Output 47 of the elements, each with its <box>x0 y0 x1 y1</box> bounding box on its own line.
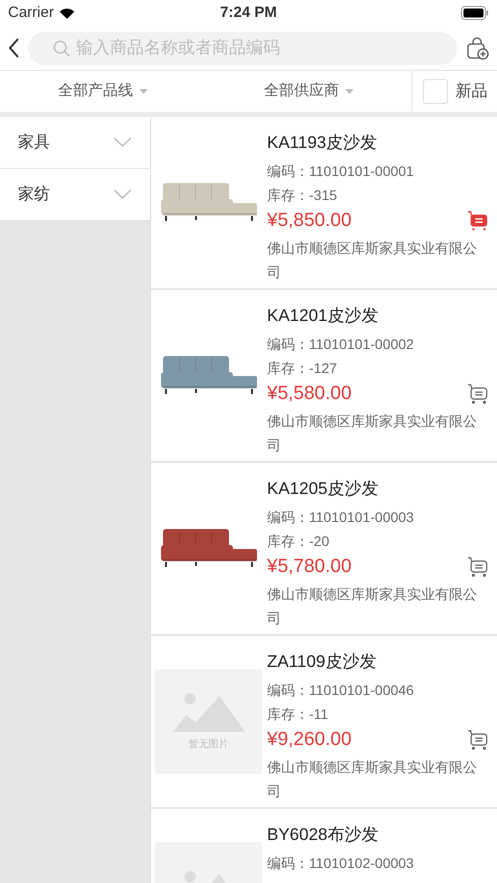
product-card[interactable]: KA1205皮沙发 编码：11010101-00003 库存：-20 ¥5,780.00 佛山市顺德区库斯家具实业有限公司 <box>151 463 497 636</box>
product-card[interactable]: BY6028布沙发 编码：11010102-00003 <box>151 809 497 883</box>
product-code: 编码：11010102-00003 <box>267 854 415 873</box>
checkbox[interactable] <box>422 79 448 104</box>
filter-dropdown[interactable]: 全部产品线 <box>0 71 206 112</box>
supplier-name: 佛山市顺德区库斯家具实业有限公司 <box>267 758 478 801</box>
filter-dropdown[interactable]: 全部供应商 <box>206 71 412 112</box>
cart-icon[interactable] <box>467 729 489 751</box>
category-item[interactable]: 家纺 <box>0 169 150 220</box>
product-stock: 库存：-11 <box>267 705 330 724</box>
caret-icon <box>139 89 148 94</box>
cart-add-icon[interactable] <box>465 36 489 60</box>
product-name: BY6028布沙发 <box>267 824 380 846</box>
caret-icon <box>345 89 354 94</box>
battery-icon <box>460 6 489 20</box>
product-code: 编码：11010101-00003 <box>267 508 415 527</box>
product-code: 编码：11010101-00002 <box>267 335 415 354</box>
product-stock: 库存：-20 <box>267 532 330 551</box>
product-card[interactable]: KA1201皮沙发 编码：11010101-00002 库存：-127 ¥5,580.00 佛山市顺德区库斯家具实业有限公司 <box>151 290 497 463</box>
category-label: 家具 <box>18 132 50 152</box>
cart-icon[interactable] <box>467 556 489 578</box>
back-icon[interactable] <box>8 37 20 59</box>
product-stock: 库存：-127 <box>267 359 338 378</box>
cart-icon[interactable] <box>467 210 489 232</box>
product-name: KA1205皮沙发 <box>267 478 380 500</box>
carrier-text: Carrier <box>8 2 54 23</box>
product-card[interactable]: KA1193皮沙发 编码：11010101-00001 库存：-315 ¥5,850.00 佛山市顺德区库斯家具实业有限公司 <box>151 117 497 290</box>
product-name: ZA1109皮沙发 <box>267 651 378 673</box>
search-icon <box>53 40 71 58</box>
category-label: 家纺 <box>18 184 50 204</box>
product-price: ¥5,780.00 <box>267 555 352 579</box>
new-products-label: 新品 <box>456 82 488 102</box>
product-price: ¥9,260.00 <box>267 728 352 752</box>
product-name: KA1193皮沙发 <box>267 132 378 154</box>
supplier-name: 佛山市顺德区库斯家具实业有限公司 <box>267 239 478 282</box>
product-code: 编码：11010101-00001 <box>267 162 415 181</box>
cart-icon[interactable] <box>467 383 489 405</box>
product-code: 编码：11010101-00046 <box>267 681 415 700</box>
clock-text: 7:24 PM <box>220 2 277 23</box>
product-price: ¥5,850.00 <box>267 209 352 233</box>
wifi-icon <box>58 6 76 20</box>
category-item[interactable]: 家具 <box>0 117 150 168</box>
supplier-name: 佛山市顺德区库斯家具实业有限公司 <box>267 412 478 455</box>
product-price: ¥5,580.00 <box>267 382 352 406</box>
product-name: KA1201皮沙发 <box>267 305 380 327</box>
product-stock: 库存：-315 <box>267 186 338 205</box>
supplier-name: 佛山市顺德区库斯家具实业有限公司 <box>267 585 478 628</box>
